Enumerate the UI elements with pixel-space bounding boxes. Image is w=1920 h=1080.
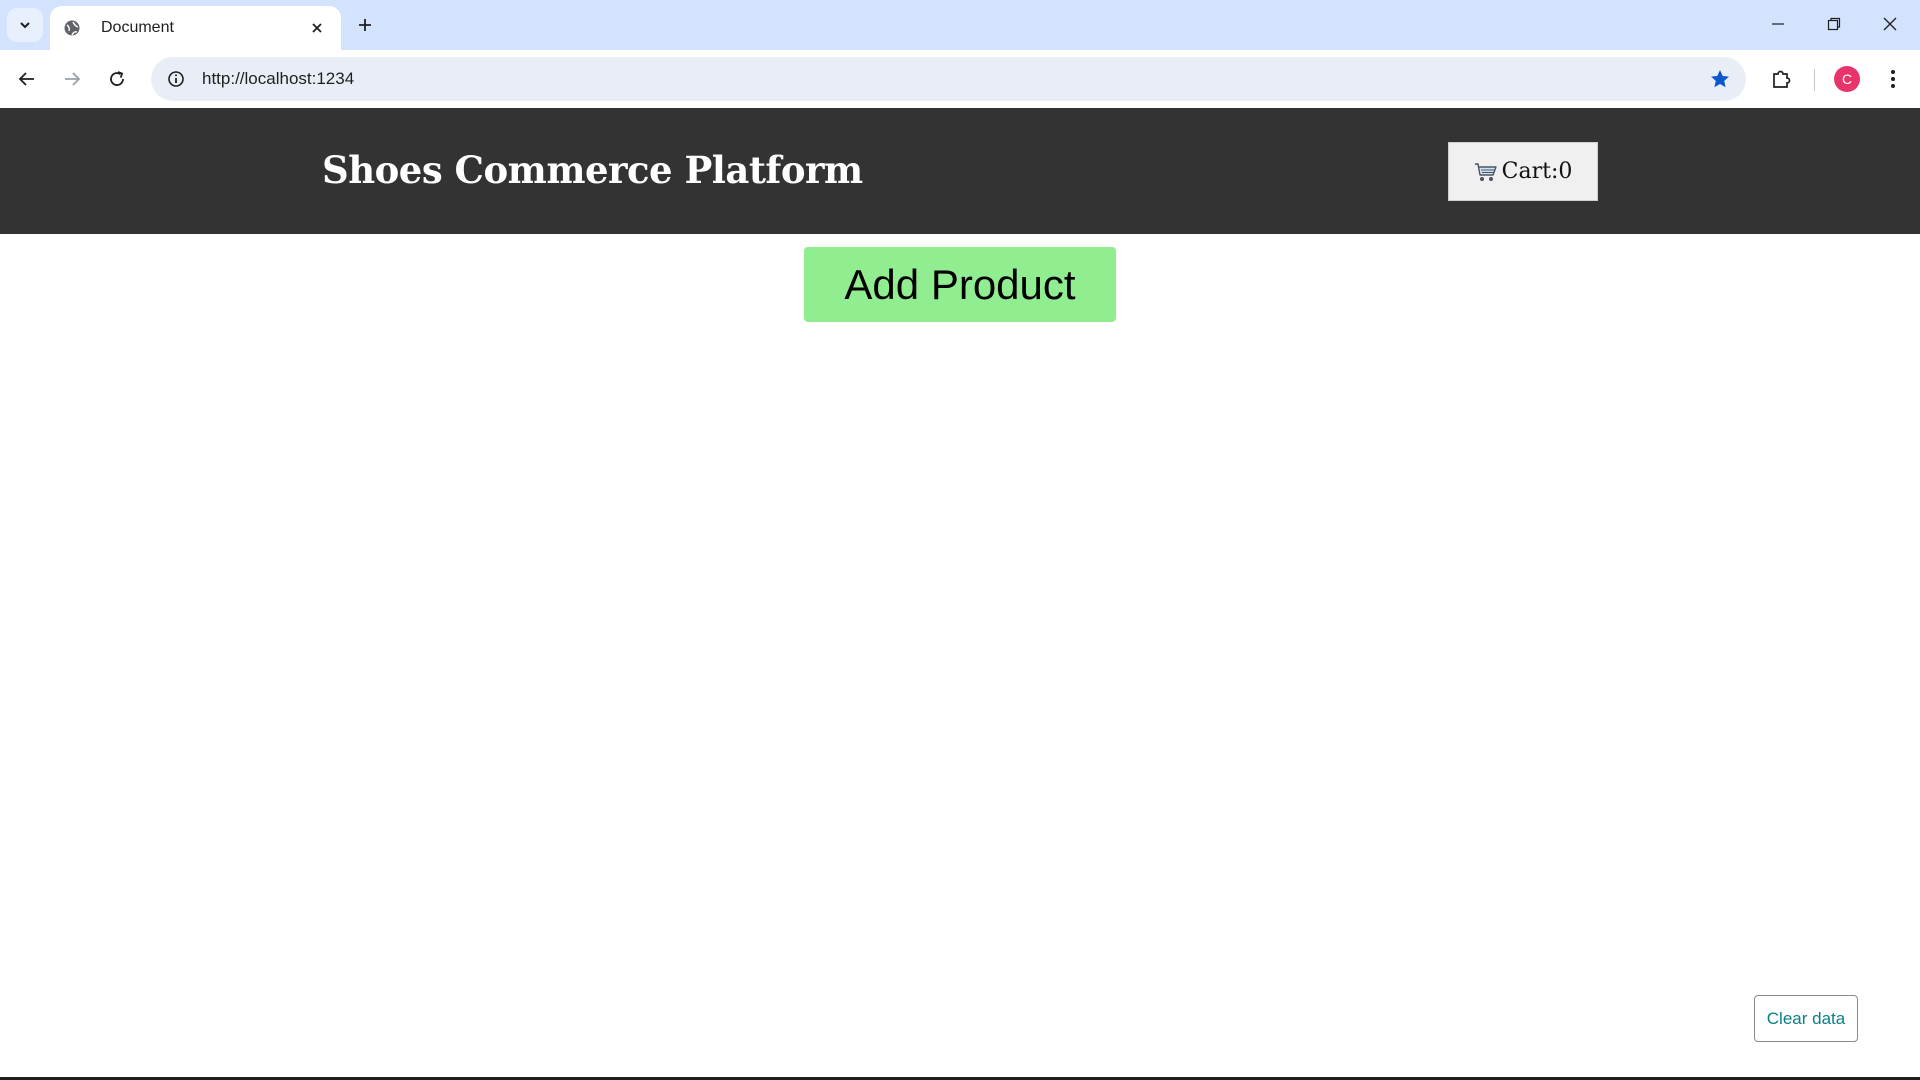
new-tab-button[interactable] — [350, 10, 380, 40]
star-icon[interactable] — [1700, 59, 1740, 99]
close-icon — [1883, 17, 1897, 31]
restore-button[interactable] — [1806, 0, 1862, 48]
toolbar-divider — [1814, 69, 1815, 91]
close-icon[interactable] — [305, 16, 329, 40]
page-title: Shoes Commerce Platform — [322, 148, 863, 192]
tab-title: Document — [101, 19, 174, 36]
address-bar[interactable]: http://localhost:1234 — [151, 57, 1746, 101]
tab-strip: Document — [0, 0, 1920, 50]
puzzle-icon — [1773, 70, 1791, 88]
tab-search-button[interactable] — [7, 8, 43, 42]
arrow-right-icon — [65, 72, 81, 86]
clear-data-button[interactable]: Clear data — [1754, 995, 1858, 1042]
reload-icon — [110, 71, 124, 86]
page-viewport: Shoes Commerce Platform Cart:0 Add Produ… — [0, 108, 1920, 1077]
add-product-button[interactable]: Add Product — [804, 247, 1116, 322]
minimize-icon — [1772, 23, 1784, 25]
app-header: Shoes Commerce Platform Cart:0 — [0, 108, 1920, 234]
cart-label: Cart:0 — [1501, 159, 1573, 184]
arrow-left-icon — [18, 72, 34, 86]
chevron-down-icon — [20, 22, 30, 29]
forward-button[interactable] — [55, 62, 89, 96]
browser-toolbar: http://localhost:1234 — [0, 50, 1920, 108]
back-button[interactable] — [10, 62, 44, 96]
plus-icon — [359, 19, 371, 31]
extensions-button[interactable] — [1764, 62, 1798, 96]
cart-button[interactable]: Cart:0 — [1448, 142, 1598, 201]
minimize-button[interactable] — [1750, 0, 1806, 48]
profile-avatar[interactable]: C — [1834, 66, 1860, 92]
active-tab[interactable]: Document — [50, 6, 341, 50]
window-close-button[interactable] — [1862, 0, 1918, 48]
browser-menu-button[interactable] — [1876, 62, 1910, 96]
restore-icon — [1827, 17, 1841, 31]
info-icon[interactable] — [156, 59, 196, 99]
globe-icon — [62, 18, 82, 38]
shopping-cart-icon — [1474, 161, 1498, 183]
kebab-menu-icon — [1891, 70, 1895, 88]
url-text[interactable]: http://localhost:1234 — [202, 69, 1700, 89]
reload-button[interactable] — [100, 62, 134, 96]
